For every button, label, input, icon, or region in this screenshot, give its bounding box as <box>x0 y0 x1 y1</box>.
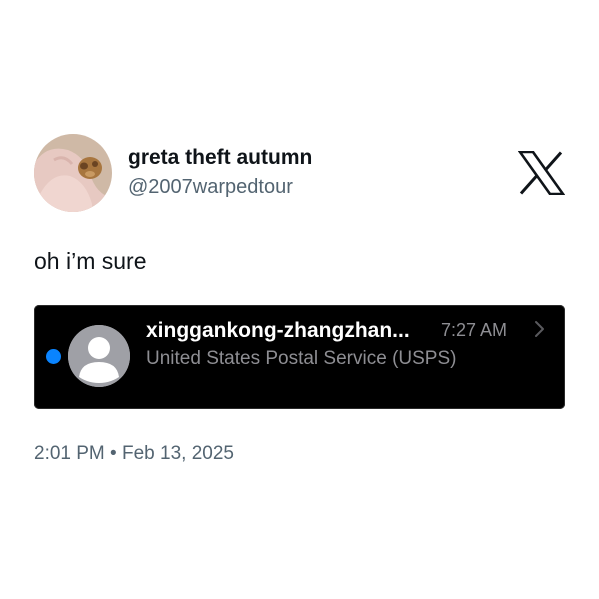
person-silhouette-icon <box>68 325 130 387</box>
author-avatar[interactable] <box>34 134 112 212</box>
tweet-time: 2:01 PM <box>34 443 105 464</box>
author-display-name[interactable]: greta theft autumn <box>128 146 312 170</box>
tweet-date: Feb 13, 2025 <box>121 443 234 464</box>
tweet-card: greta theft autumn @2007warpedtour oh i’… <box>0 0 599 599</box>
tweet-timestamp[interactable]: 2:01 PM • Feb 13, 2025 <box>34 443 234 465</box>
tweet-text: oh i’m sure <box>34 248 147 274</box>
chevron-right-icon <box>534 320 545 338</box>
embedded-message-notification: xinggankong-zhangzhan... 7:27 AM United … <box>34 305 565 409</box>
message-preview: United States Postal Service (USPS) <box>146 348 457 369</box>
timestamp-separator: • <box>110 443 117 464</box>
x-logo-icon[interactable] <box>517 150 566 196</box>
profile-photo <box>34 134 112 212</box>
message-sender: xinggankong-zhangzhan... <box>146 319 410 342</box>
message-time: 7:27 AM <box>441 320 508 340</box>
author-handle[interactable]: @2007warpedtour <box>128 176 293 199</box>
unread-indicator <box>46 349 61 364</box>
